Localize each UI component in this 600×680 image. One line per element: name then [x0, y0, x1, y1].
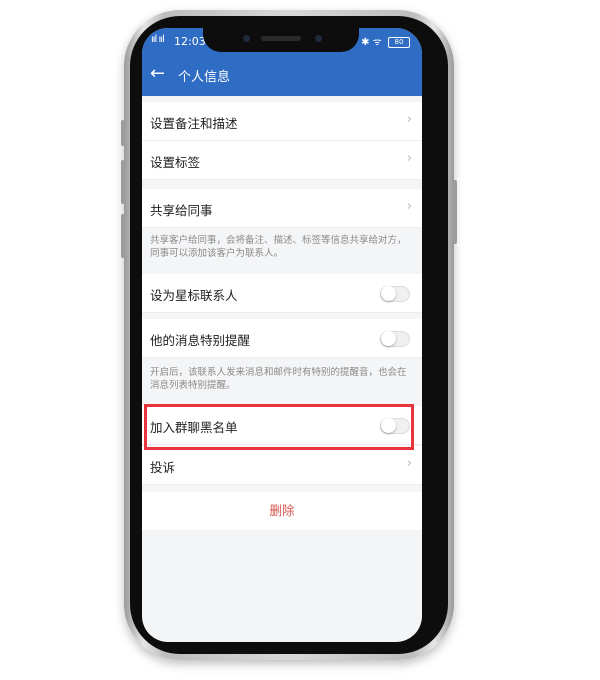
- bluetooth-wifi-icons: ✱ ᯤ: [361, 37, 382, 48]
- row-tags-label: 设置标签: [150, 155, 201, 170]
- status-time: 12:03: [174, 35, 206, 48]
- back-arrow-icon[interactable]: ←: [150, 63, 165, 85]
- row-special-reminder: 他的消息特别提醒: [142, 319, 422, 358]
- app-bar: ← 个人信息: [142, 54, 422, 96]
- toggle-knob: [381, 286, 396, 301]
- row-share-colleague[interactable]: 共享给同事 ›: [142, 189, 422, 228]
- mute-switch: [121, 120, 125, 146]
- row-notes-description-label: 设置备注和描述: [150, 116, 238, 131]
- star-contact-toggle[interactable]: [380, 286, 410, 302]
- share-note: 共享客户给同事，会将备注、描述、标签等信息共享给对方，同事可以添加该客户为联系人…: [150, 235, 407, 259]
- power-button: [453, 180, 457, 244]
- volume-up-button: [121, 160, 125, 204]
- row-star-contact-label: 设为星标联系人: [150, 288, 238, 303]
- chevron-right-icon: ›: [406, 456, 412, 471]
- camera-notch: [203, 28, 359, 52]
- row-complain-label: 投诉: [150, 460, 176, 475]
- speaker-grille: [261, 36, 301, 41]
- row-special-reminder-label: 他的消息特别提醒: [150, 333, 251, 348]
- sensor-icon: [315, 35, 322, 42]
- chevron-right-icon: ›: [406, 151, 412, 166]
- row-share-colleague-label: 共享给同事: [150, 203, 213, 218]
- signal-icon: ııl ııl: [151, 34, 165, 45]
- reminder-note: 开启后，该联系人发来消息和邮件时有特别的提醒音，也会在消息列表特别提醒。: [150, 367, 407, 391]
- toggle-knob: [381, 331, 396, 346]
- chevron-right-icon: ›: [406, 112, 412, 127]
- page-title: 个人信息: [178, 70, 231, 85]
- chevron-right-icon: ›: [406, 199, 412, 214]
- row-notes-description[interactable]: 设置备注和描述 ›: [142, 102, 422, 141]
- front-camera-icon: [243, 35, 250, 42]
- row-complain[interactable]: 投诉 ›: [142, 446, 422, 485]
- battery-icon: 80: [388, 36, 410, 48]
- phone-screen: ııl ııl 12:03 ✱ ᯤ 80 ← 个人信息 设置备注和描述 › 设置…: [142, 28, 422, 642]
- special-reminder-toggle[interactable]: [380, 331, 410, 347]
- volume-down-button: [121, 214, 125, 258]
- delete-button[interactable]: 删除: [142, 492, 422, 530]
- row-tags[interactable]: 设置标签 ›: [142, 141, 422, 180]
- highlight-box: [144, 404, 414, 450]
- status-right-icons: ✱ ᯤ 80: [361, 34, 410, 48]
- row-star-contact: 设为星标联系人: [142, 274, 422, 313]
